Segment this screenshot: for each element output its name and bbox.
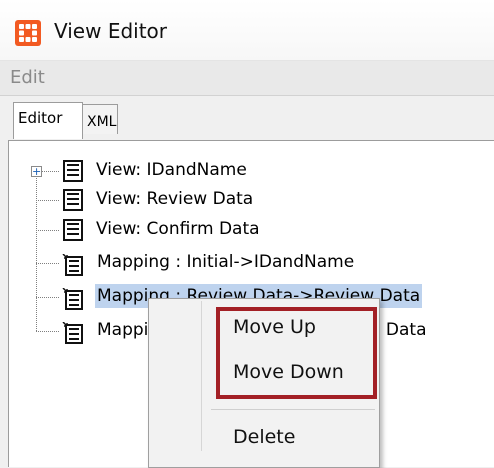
tab-xml[interactable]: XML <box>82 104 118 134</box>
window-title: View Editor <box>54 19 168 43</box>
tree-item[interactable]: Mapping : Initial->IDandName <box>9 248 489 278</box>
tree-item[interactable]: View: Confirm Data <box>9 215 489 245</box>
mapping-arrow-icon <box>62 253 84 276</box>
delete-menu-item[interactable]: Delete <box>233 426 295 448</box>
tree-item-label: View: Confirm Data <box>96 219 260 239</box>
apps-grid-icon <box>15 20 41 46</box>
tree-item-label: Mapping : Initial->IDandName <box>97 252 355 272</box>
menu-bar: Edit <box>0 61 494 96</box>
title-bar: View Editor <box>0 0 494 61</box>
view-document-icon <box>62 189 84 211</box>
menu-separator <box>211 409 375 410</box>
menu-edit[interactable]: Edit <box>8 65 47 90</box>
tree-item-label: View: IDandName <box>96 160 247 180</box>
tab-strip: Editor XML <box>0 96 494 140</box>
tree-item[interactable]: View: IDandName <box>9 156 489 186</box>
highlight-annotation-box <box>216 307 377 399</box>
mapping-arrow-icon <box>62 321 84 344</box>
mapping-arrow-icon <box>62 287 84 310</box>
tree-item-label: View: Review Data <box>96 189 254 209</box>
menu-gutter <box>201 301 202 451</box>
view-document-icon <box>62 160 84 182</box>
tab-editor[interactable]: Editor <box>13 102 83 139</box>
tree-item[interactable]: View: Review Data <box>9 185 489 215</box>
view-document-icon <box>62 219 84 241</box>
